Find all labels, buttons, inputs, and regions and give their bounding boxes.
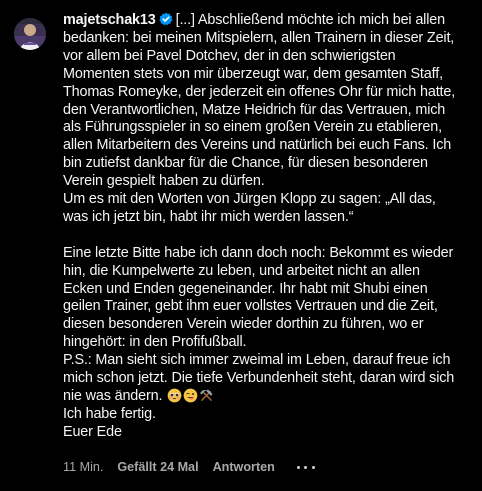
comment-text-line: den Verantwortlichen, Matze Heidrich für… bbox=[63, 101, 446, 118]
comment-text-line: Eine letzte Bitte habe ich dann doch noc… bbox=[63, 244, 454, 261]
comment-text-line: Thomas Romeyke, der jederzeit ein offene… bbox=[63, 83, 456, 100]
username[interactable]: majetschak13 bbox=[63, 12, 156, 28]
comment-text-line: hin, die Kumpelwerte zu leben, und arbei… bbox=[63, 262, 420, 279]
comment-timestamp[interactable]: 11 Min. bbox=[63, 460, 103, 474]
more-options-icon[interactable] bbox=[296, 461, 315, 473]
comment-text-line: bin zutiefst dankbar für die Chance, für… bbox=[63, 155, 428, 172]
user-avatar[interactable] bbox=[14, 18, 46, 50]
comment-body: majetschak13 [...] Abschließend möchte ic… bbox=[63, 12, 475, 442]
winking-tongue-face-emoji bbox=[183, 388, 198, 403]
comment-text-line: Verein gespielt haben zu dürfen. bbox=[63, 173, 265, 190]
comment-footer: 11 Min. Gefällt 24 Mal Antworten bbox=[63, 460, 315, 474]
comment-text-line: was ich jetzt bin, habt ihr mich werden … bbox=[63, 208, 354, 225]
comment-text-line: geilen Trainer, gebt ihm euer vollstes V… bbox=[63, 298, 438, 315]
comment-text-line: als Führungsspieler in so einem großen V… bbox=[63, 119, 442, 136]
comment-text-line: hingehört: in den Profifußball. bbox=[63, 334, 247, 351]
comment-text-line: diesen besonderen Verein wieder dorthin … bbox=[63, 316, 424, 333]
reply-button[interactable]: Antworten bbox=[213, 460, 275, 474]
comment-text-line: mich schon jetzt. Die tiefe Verbundenhei… bbox=[63, 370, 455, 387]
comment-text-line: allen Mitarbeitern des Vereins und natür… bbox=[63, 137, 452, 154]
verified-badge-icon bbox=[159, 12, 173, 26]
comment-text-line: bedanken: bei meinen Mitspielern, allen … bbox=[63, 29, 455, 46]
comment-text-line: nie was ändern. bbox=[63, 388, 163, 405]
pleading-face-emoji bbox=[167, 388, 182, 403]
comment-text-line: [...] Abschließend möchte ich mich bei a… bbox=[175, 12, 446, 28]
comment-text-line: vor allem bei Pavel Dotchev, der in den … bbox=[63, 47, 396, 64]
comment-text-line: Ich habe fertig. bbox=[63, 405, 156, 422]
comment-first-line: majetschak13 [...] Abschließend möchte ic… bbox=[63, 12, 475, 30]
comment-text-line: Momenten stets von mir überzeugt war, de… bbox=[63, 65, 443, 82]
comment-text-line: Euer Ede bbox=[63, 423, 122, 440]
hammer-and-pick-emoji bbox=[199, 388, 214, 403]
like-count[interactable]: Gefällt 24 Mal bbox=[117, 460, 198, 474]
comment-text-line: P.S.: Man sieht sich immer zweimal im Le… bbox=[63, 352, 451, 369]
comment-text-line: Ecken und Enden gegeneinander. Ihr habt … bbox=[63, 280, 428, 297]
comment-text-line: Um es mit den Worten von Jürgen Klopp zu… bbox=[63, 191, 436, 208]
comment-emoji-line: nie was ändern. bbox=[63, 388, 475, 406]
comment: majetschak13 [...] Abschließend möchte ic… bbox=[0, 0, 482, 491]
